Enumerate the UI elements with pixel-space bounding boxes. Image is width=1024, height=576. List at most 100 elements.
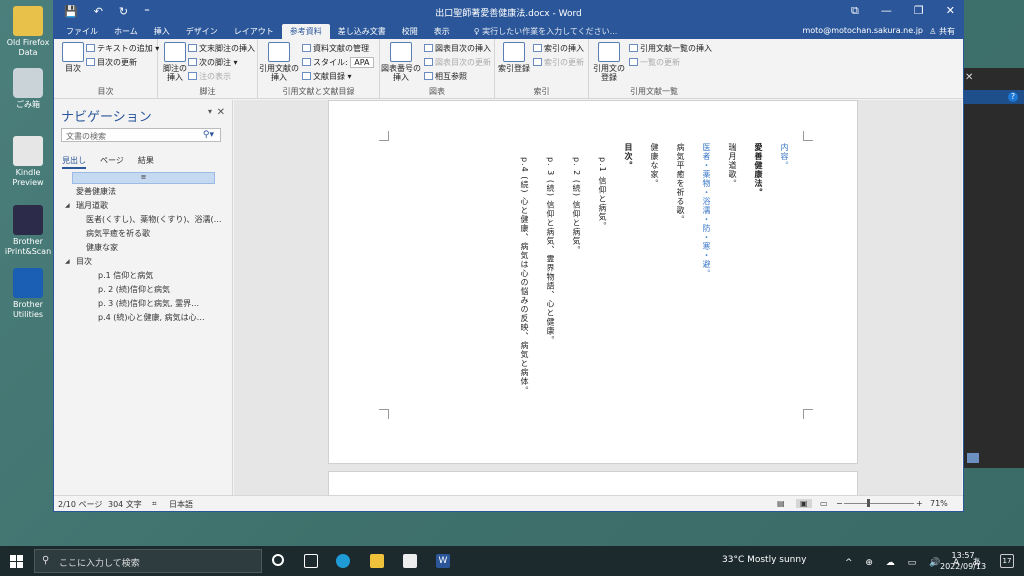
heading-item[interactable]: 医者(くすし)、薬物(くすり)、浴濡(…	[86, 214, 222, 225]
notification-icon[interactable]: 17	[1000, 554, 1014, 568]
content-line[interactable]: 病気平癒を祈る歌。	[675, 143, 685, 224]
insert-citation-button[interactable]: 引用文献の 挿入	[258, 42, 300, 82]
start-button[interactable]	[10, 555, 23, 568]
content-line[interactable]: p. 2 (続) 信仰と病気。	[571, 157, 581, 255]
heading-item[interactable]: 瑞月道歌	[76, 200, 108, 211]
pane-options-icon[interactable]: ▾	[208, 107, 212, 116]
update-index-button[interactable]: 索引の更新	[533, 57, 584, 68]
tab-references[interactable]: 参考資料	[281, 24, 330, 39]
manage-sources-button[interactable]: 資料文献の管理	[302, 43, 369, 54]
heading-item[interactable]: p.4 (続)心と健康, 病気は心…	[98, 312, 205, 323]
content-line[interactable]: 愛善健康法。	[753, 143, 763, 197]
edge-icon[interactable]	[336, 554, 350, 568]
collapse-icon[interactable]: ◢	[65, 258, 70, 265]
tell-me-input[interactable]: ♀ 実行したい作業を入力してください...	[468, 24, 624, 39]
heading-item[interactable]: 病気平癒を祈る歌	[86, 228, 150, 239]
brother-iprint-icon[interactable]: Brother iPrint&Scan	[0, 205, 56, 257]
clock[interactable]: 13:57 2022/09/13	[940, 550, 986, 572]
heading-item[interactable]: 健康な家	[86, 242, 118, 253]
zoom-slider[interactable]	[844, 503, 914, 504]
document-area[interactable]: 内容。 愛善健康法。 瑞月道歌。 医者・薬物・浴濡・防・寒・避。 病気平癒を祈る…	[234, 100, 962, 497]
cross-reference-button[interactable]: 相互参照	[424, 71, 467, 82]
search-icon[interactable]: ⚲▾	[203, 130, 214, 140]
print-layout-icon[interactable]: ▣	[796, 499, 812, 508]
window-thumbnail-icon[interactable]	[967, 453, 979, 463]
tab-file[interactable]: ファイル	[58, 24, 106, 39]
file-explorer-icon[interactable]	[370, 554, 384, 568]
taskbar-search-input[interactable]: ⚲ ここに入力して検索	[34, 549, 262, 573]
heading-item[interactable]: p. 3 (続)信仰と病気, 霊界…	[98, 298, 199, 309]
close-icon[interactable]: ✕	[965, 72, 973, 83]
restore-button[interactable]: ❐	[914, 4, 924, 18]
tab-mailings[interactable]: 差し込み文書	[330, 24, 394, 39]
insert-index-button[interactable]: 索引の挿入	[533, 43, 584, 54]
help-icon[interactable]: ?	[1008, 92, 1018, 102]
update-toa-button[interactable]: 一覧の更新	[629, 57, 680, 68]
heading-item[interactable]: p. 2 (続)信仰と病気	[98, 284, 170, 295]
minimize-button[interactable]: —	[881, 4, 892, 18]
toc-button[interactable]: 目次	[56, 42, 90, 73]
content-line[interactable]: 医者・薬物・浴濡・防・寒・避。	[701, 143, 711, 278]
insert-toa-button[interactable]: 引用文献一覧の挿入	[629, 43, 712, 54]
proofing-icon[interactable]: ⌗	[152, 499, 157, 509]
insert-tof-button[interactable]: 図表目次の挿入	[424, 43, 491, 54]
zoom-out-button[interactable]: −	[836, 499, 843, 508]
document-page[interactable]: 内容。 愛善健康法。 瑞月道歌。 医者・薬物・浴濡・防・寒・避。 病気平癒を祈る…	[328, 100, 858, 464]
old-firefox-data-icon[interactable]: Old Firefox Data	[0, 6, 56, 58]
content-line[interactable]: 目次。	[623, 143, 633, 170]
read-mode-icon[interactable]: ▤	[777, 499, 785, 508]
weather-widget[interactable]: 33°C Mostly sunny	[722, 555, 806, 565]
tab-insert[interactable]: 挿入	[146, 24, 178, 39]
ribbon-display-options-icon[interactable]: ⧉	[851, 4, 859, 18]
next-footnote-button[interactable]: 次の脚注 ▾	[188, 57, 238, 68]
insert-footnote-button[interactable]: 脚注の 挿入	[158, 42, 192, 82]
tab-pages[interactable]: ページ	[100, 155, 124, 169]
content-line[interactable]: 瑞月道歌。	[727, 143, 737, 188]
content-line[interactable]: 内容。	[779, 143, 789, 170]
bibliography-button[interactable]: 文献目録 ▾	[302, 71, 352, 82]
insert-endnote-button[interactable]: 文末脚注の挿入	[188, 43, 255, 54]
close-icon[interactable]: ✕	[217, 107, 225, 118]
zoom-in-button[interactable]: +	[916, 499, 923, 508]
content-line[interactable]: p.4 (続) 心と健康、病気は心の悩みの反映、病気と病体。	[519, 157, 529, 395]
zoom-slider-thumb[interactable]	[867, 499, 870, 507]
share-button[interactable]: ♙ 共有	[929, 26, 955, 37]
close-button[interactable]: ✕	[946, 4, 955, 18]
insert-caption-button[interactable]: 図表番号の 挿入	[380, 42, 422, 82]
web-layout-icon[interactable]: ▭	[820, 499, 828, 508]
kindle-previewer-icon[interactable]: Kindle Preview	[0, 136, 56, 188]
account-name[interactable]: moto@motochan.sakura.ne.jp	[802, 26, 923, 35]
heading-item[interactable]: 愛善健康法	[76, 186, 116, 197]
add-text-button[interactable]: テキストの追加 ▾	[86, 43, 159, 54]
document-page-next[interactable]	[328, 471, 858, 497]
content-line[interactable]: 健康な家。	[649, 143, 659, 188]
recycle-bin-icon[interactable]: ごみ箱	[0, 68, 56, 110]
tab-results[interactable]: 結果	[138, 155, 154, 169]
word-count[interactable]: 304 文字	[108, 499, 142, 510]
store-icon[interactable]	[403, 554, 417, 568]
collapse-icon[interactable]: ◢	[65, 202, 70, 209]
content-line[interactable]: p. 3 (続) 信仰と病気、霊界物語、心と健康。	[545, 157, 555, 345]
selected-heading[interactable]: ≡	[72, 172, 215, 184]
tab-home[interactable]: ホーム	[106, 24, 146, 39]
tab-design[interactable]: デザイン	[178, 24, 226, 39]
language[interactable]: 日本語	[169, 499, 193, 510]
mark-entry-button[interactable]: 索引登録	[497, 42, 531, 73]
citation-style-select[interactable]: スタイル: APA	[302, 57, 374, 68]
tab-headings[interactable]: 見出し	[62, 155, 86, 169]
zoom-level[interactable]: 71%	[930, 499, 948, 508]
tab-layout[interactable]: レイアウト	[226, 24, 282, 39]
mark-citation-button[interactable]: 引用文の 登録	[591, 42, 627, 82]
update-toc-button[interactable]: 目次の更新	[86, 57, 137, 68]
update-tof-button[interactable]: 図表目次の更新	[424, 57, 491, 68]
page-count[interactable]: 2/10 ページ	[58, 499, 102, 510]
content-line[interactable]: p.1 信仰と病気。	[597, 157, 607, 230]
cortana-icon[interactable]	[272, 554, 284, 566]
word-taskbar-icon[interactable]: W	[436, 554, 450, 568]
brother-utilities-icon[interactable]: Brother Utilities	[0, 268, 56, 320]
show-notes-button[interactable]: 注の表示	[188, 71, 231, 82]
heading-item[interactable]: 目次	[76, 256, 92, 267]
tab-view[interactable]: 表示	[426, 24, 458, 39]
heading-item[interactable]: p.1 信仰と病気	[98, 270, 153, 281]
search-input[interactable]: 文書の検索 ⚲▾	[61, 128, 221, 142]
